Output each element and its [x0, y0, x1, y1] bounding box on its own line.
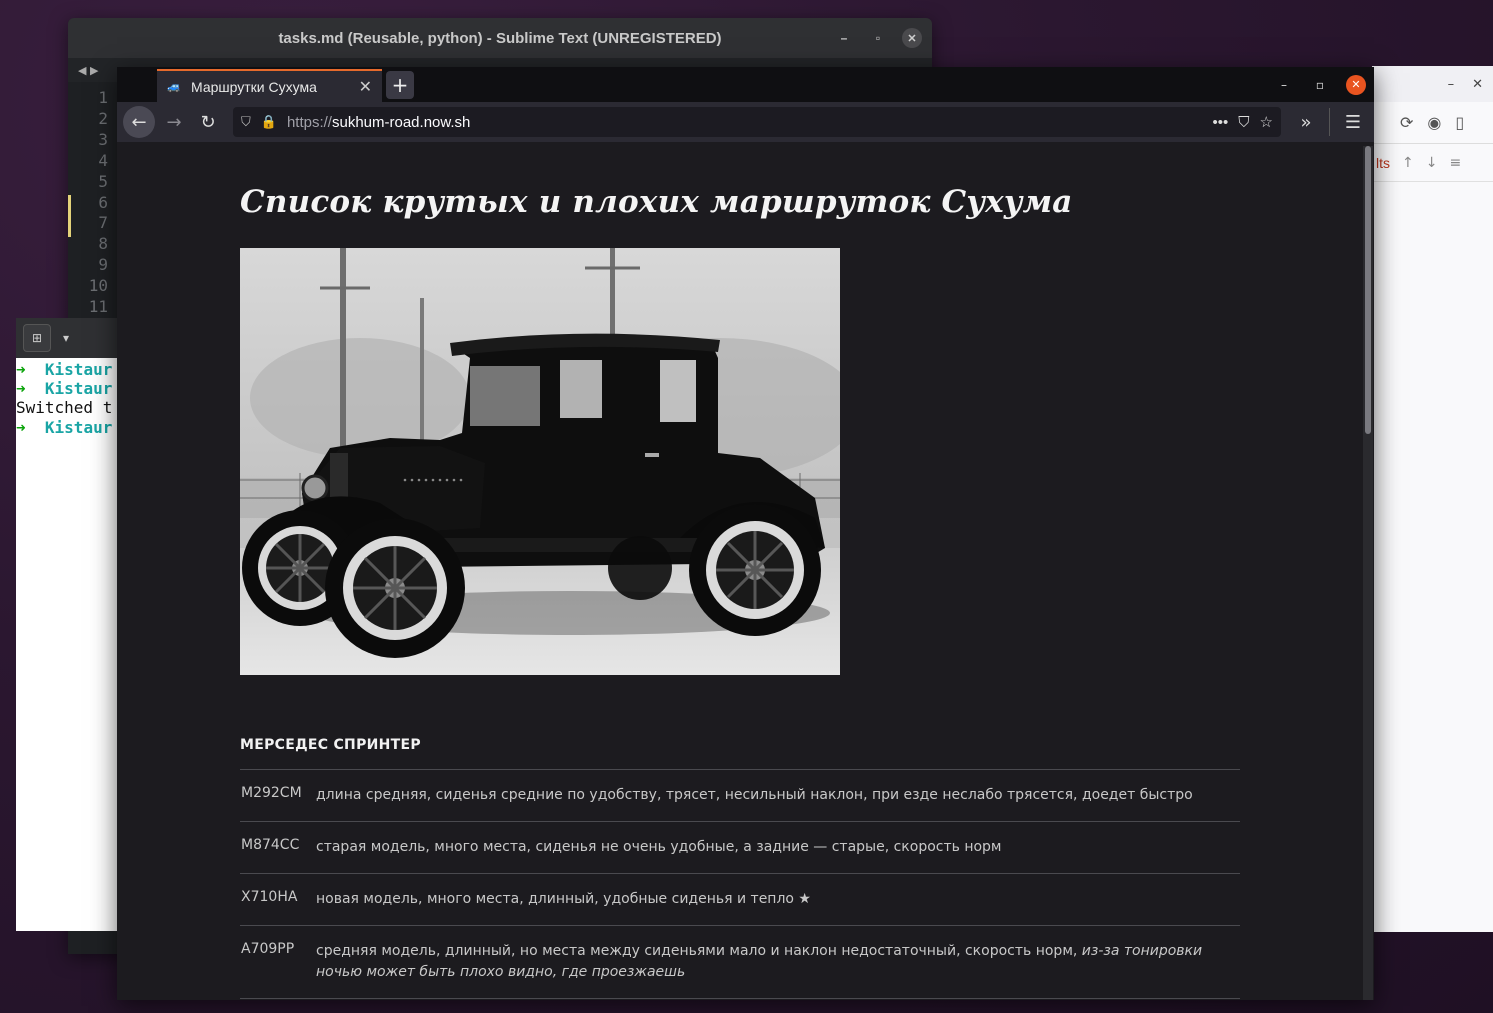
maximize-icon[interactable]: ▫: [1310, 75, 1330, 95]
sublime-titlebar[interactable]: tasks.md (Reusable, python) - Sublime Te…: [68, 18, 932, 58]
tab-nav-arrows-icon[interactable]: ◀ ▶: [78, 64, 98, 77]
bg-toolbar: ⟳ ◉ ▯: [1372, 102, 1493, 144]
chevron-double-right-icon[interactable]: »: [1291, 107, 1321, 137]
section-title: МЕРСЕДЕС СПРИНТЕР: [240, 737, 421, 753]
line-number: 1: [98, 88, 108, 107]
car-favicon-icon: 🚙: [167, 81, 181, 93]
minimize-icon[interactable]: –: [834, 28, 854, 48]
line-number: 5: [98, 171, 108, 191]
line-number: 9: [98, 255, 108, 275]
close-icon[interactable]: ✕: [902, 28, 922, 48]
line-number: 7: [98, 213, 108, 233]
sidebar-icon[interactable]: ▯: [1455, 113, 1464, 132]
description-text: новая модель, много места, длинный, удоб…: [316, 891, 811, 907]
description-text: длина средняя, сиденья средние по удобст…: [316, 787, 1193, 803]
terminal-line: ➜ Kistaur: [16, 379, 126, 398]
table-row: А709РР средняя модель, длинный, но места …: [240, 926, 1240, 999]
lines-icon[interactable]: ≡: [1449, 155, 1461, 171]
line-number: 10: [88, 276, 108, 296]
line-number: 8: [98, 234, 108, 254]
tab-title: Маршрутки Сухума: [191, 78, 317, 95]
close-icon[interactable]: ✕: [1346, 74, 1366, 95]
navigation-toolbar: ← → ↻ ⛉ 🔒 https://sukhum-road.now.sh •••…: [117, 102, 1374, 142]
background-browser-window: – ✕ ⟳ ◉ ▯ lts ↑ ↓ ≡: [1372, 66, 1493, 932]
page-title: Список крутых и плохих маршруток Сухума: [240, 184, 1073, 220]
terminal-output[interactable]: ➜ Kistaur ➜ Kistaur Switched t ➜ Kistaur: [16, 358, 126, 437]
chevron-down-icon[interactable]: ▾: [55, 324, 77, 352]
table-row: М292СМ длина средняя, сиденья средние по …: [240, 770, 1240, 822]
vehicle-description: старая модель, много места, сиденья не о…: [316, 837, 1240, 858]
vintage-car-photo: [240, 248, 840, 675]
maximize-icon[interactable]: ▫: [868, 28, 888, 48]
terminal-window: ⊞ ▾ ➜ Kistaur ➜ Kistaur Switched t ➜ Kistau…: [16, 318, 126, 931]
reload-icon[interactable]: ↻: [193, 107, 223, 137]
terminal-line: Switched t: [16, 398, 126, 417]
tab-close-icon[interactable]: ✕: [359, 77, 372, 97]
terminal-titlebar: ⊞ ▾: [16, 318, 126, 358]
more-icon[interactable]: •••: [1213, 114, 1229, 131]
prompt-path: Kistaur: [44, 417, 113, 437]
plate-number: М292СМ: [241, 785, 302, 801]
bg-window-controls: – ✕: [1372, 66, 1493, 102]
table-row: Х710НА новая модель, много места, длинный…: [240, 874, 1240, 926]
pocket-icon[interactable]: ⛉: [1238, 114, 1249, 131]
url-scheme: https://: [286, 113, 332, 131]
plate-number: Х710НА: [241, 889, 298, 905]
output-text: Switched t: [16, 398, 113, 418]
description-text: старая модель, много места, сиденья не о…: [316, 839, 1002, 855]
arrow-right-icon[interactable]: →: [159, 107, 189, 137]
page-viewport[interactable]: Список крутых и плохих маршруток Сухума: [117, 142, 1374, 1000]
scrollbar-thumb[interactable]: [1365, 146, 1371, 434]
line-number: 11: [88, 297, 108, 317]
scrollbar[interactable]: [1363, 146, 1373, 1000]
minimize-icon[interactable]: –: [1448, 77, 1455, 92]
minimize-icon[interactable]: –: [1274, 75, 1294, 95]
description-text: средняя модель, длинный, но места между …: [316, 943, 1082, 959]
arrow-down-icon[interactable]: ↓: [1426, 155, 1438, 171]
url-host: sukhum-road.now.sh: [331, 113, 471, 131]
arrow-left-icon[interactable]: ←: [123, 106, 155, 138]
plate-number: А709РР: [241, 941, 295, 957]
shield-icon[interactable]: ⛉: [241, 114, 251, 130]
toolbar-separator: [1329, 108, 1330, 136]
extension-icon[interactable]: ◉: [1427, 113, 1441, 132]
page-content: Список крутых и плохих маршруток Сухума: [240, 142, 1240, 999]
vehicle-description: длина средняя, сиденья средние по удобст…: [316, 785, 1240, 806]
plate-number: М874СС: [241, 837, 300, 853]
line-number: 4: [98, 150, 108, 170]
new-tab-icon[interactable]: ⊞: [23, 324, 51, 352]
tab-active[interactable]: 🚙 Маршрутки Сухума ✕: [157, 69, 382, 102]
close-icon[interactable]: ✕: [1472, 77, 1483, 92]
prompt-path: Kistaur: [44, 360, 113, 379]
browser-window: 🚙 Маршрутки Сухума ✕ + – ▫ ✕ ← → ↻ ⛉ 🔒 h…: [117, 67, 1374, 1000]
reader-icon[interactable]: ⟳: [1400, 113, 1413, 132]
line-number-gutter: 1 2 3 4 5 6 7 8 9 10 11: [68, 88, 118, 318]
sublime-title: tasks.md (Reusable, python) - Sublime Te…: [278, 29, 722, 47]
url-bar[interactable]: ⛉ 🔒 https://sukhum-road.now.sh ••• ⛉ ☆: [233, 107, 1281, 137]
line-number: 3: [98, 129, 108, 149]
arrow-up-icon[interactable]: ↑: [1402, 155, 1414, 171]
hamburger-menu-icon[interactable]: ☰: [1338, 107, 1368, 137]
star-icon[interactable]: ☆: [1260, 113, 1273, 131]
find-results-label: lts: [1376, 154, 1390, 171]
prompt-path: Kistaur: [44, 379, 113, 399]
vehicle-table: М292СМ длина средняя, сиденья средние по …: [240, 769, 1240, 999]
prompt-arrow-icon: ➜: [16, 417, 26, 437]
table-row: М874СС старая модель, много места, сидень…: [240, 822, 1240, 874]
vehicle-description: новая модель, много места, длинный, удоб…: [316, 889, 1240, 910]
prompt-arrow-icon: ➜: [16, 379, 26, 399]
prompt-arrow-icon: ➜: [16, 360, 26, 379]
bg-find-bar: lts ↑ ↓ ≡: [1372, 144, 1493, 182]
terminal-line: ➜ Kistaur: [16, 360, 126, 379]
tab-strip: 🚙 Маршрутки Сухума ✕ + – ▫ ✕: [117, 67, 1374, 102]
new-tab-button[interactable]: +: [386, 71, 414, 99]
line-number: 2: [98, 108, 108, 128]
terminal-line: ➜ Kistaur: [16, 418, 126, 437]
line-number: 6: [98, 192, 108, 212]
lock-icon[interactable]: 🔒: [261, 114, 277, 130]
vehicle-description: средняя модель, длинный, но места между …: [316, 941, 1240, 983]
